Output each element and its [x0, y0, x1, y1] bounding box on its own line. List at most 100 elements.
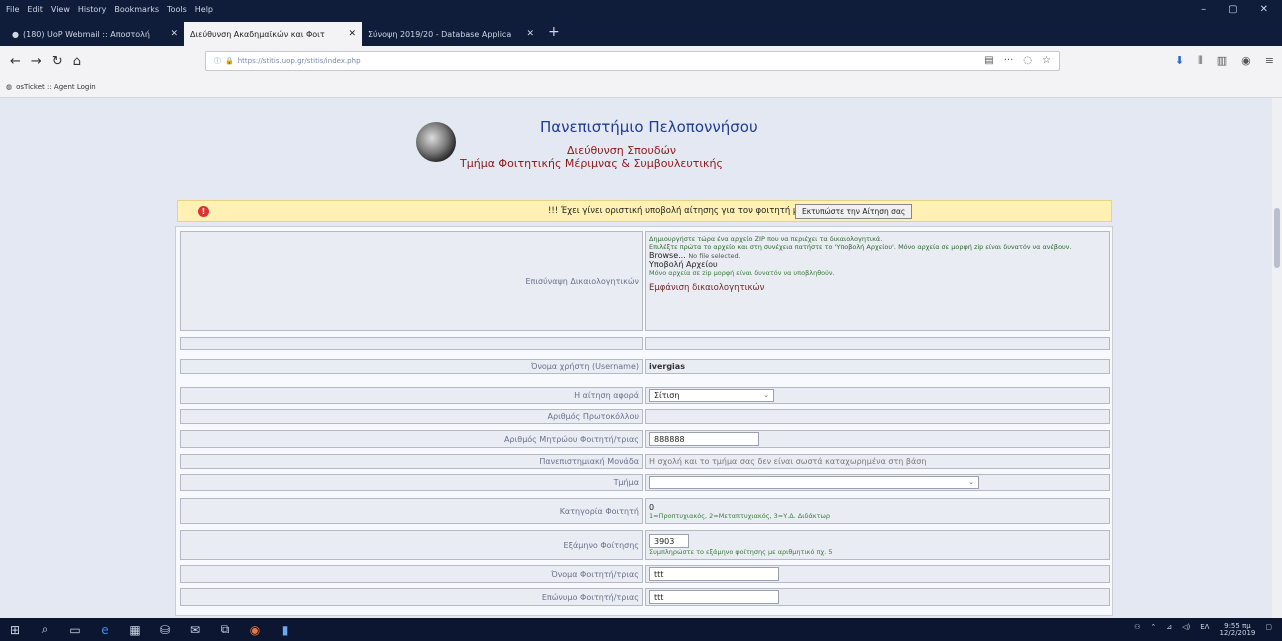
form-row-firstname: Όνομα Φοιτητή/τριας ttt	[180, 565, 1110, 583]
pocket-icon[interactable]: ◌	[1023, 55, 1032, 66]
menu-edit[interactable]: Edit	[27, 5, 43, 14]
warning-icon: !	[198, 206, 209, 217]
library-icon[interactable]: ⫴	[1198, 54, 1203, 68]
form-row-upload: Επισύναψη Δικαιολογητικών Δημιουργήστε τ…	[180, 231, 1110, 331]
document-icon[interactable]: ▮	[270, 618, 300, 641]
submit-file-button[interactable]: Υποβολή Αρχείου	[649, 260, 718, 269]
store-icon[interactable]: ⛁	[150, 618, 180, 641]
sidebar-icon[interactable]: ▥	[1217, 54, 1227, 68]
window-controls: – ▢ ✕	[1201, 0, 1282, 18]
reload-icon[interactable]: ↻	[52, 54, 63, 69]
page-scrollbar[interactable]	[1272, 98, 1282, 618]
back-icon[interactable]: ←	[10, 54, 21, 69]
no-file-text: No file selected.	[688, 252, 741, 260]
dept-select[interactable]: ⌄	[649, 476, 979, 489]
volume-icon[interactable]: ◁)	[1182, 623, 1190, 637]
reader-icon[interactable]: ▤	[984, 55, 993, 66]
school-label: Πανεπιστημιακή Μονάδα	[180, 454, 643, 469]
system-tray: ⚇ ⌃ ⊿ ◁) ΕΛ 9:55 πμ 12/2/2019 ▢	[1134, 623, 1272, 637]
extension-icon[interactable]: ◉	[1241, 54, 1251, 68]
info-icon[interactable]: ⓘ	[214, 56, 221, 66]
notification-icon[interactable]: ▢	[1265, 623, 1272, 637]
people-icon[interactable]: ⚇	[1134, 623, 1140, 637]
menu-tools[interactable]: Tools	[167, 5, 187, 14]
network-app-icon[interactable]: ⧉	[210, 618, 240, 641]
form-row-username: Όνομα χρήστη (Username) ivergias	[180, 359, 1110, 374]
semester-label: Εξάμηνο Φοίτησης	[180, 530, 643, 560]
minimize-icon[interactable]: –	[1201, 4, 1206, 15]
close-tab-icon[interactable]: ✕	[526, 29, 534, 39]
tab-label: Σύνοψη 2019/20 - Database Applica	[368, 29, 512, 39]
directorate-title: Διεύθυνση Σπουδών	[567, 144, 676, 157]
maximize-icon[interactable]: ▢	[1228, 4, 1237, 15]
network-icon[interactable]: ⊿	[1166, 623, 1172, 637]
tab-stitis[interactable]: Διεύθυνση Ακαδημαϊκών και Φοιτ ✕	[184, 22, 362, 46]
task-view-icon[interactable]: ▭	[60, 618, 90, 641]
calculator-icon[interactable]: ▦	[120, 618, 150, 641]
semester-hint: Συμπληρώστε το εξάμηνο φοίτησης με αριθμ…	[649, 548, 833, 556]
request-for-select[interactable]: Σίτιση ⌄	[649, 389, 774, 402]
close-tab-icon[interactable]: ✕	[348, 29, 356, 39]
menu-history[interactable]: History	[78, 5, 106, 14]
username-label: Όνομα χρήστη (Username)	[180, 359, 643, 374]
navigation-bar: ← → ↻ ⌂ ⓘ 🔒 https://stitis.uop.gr/stitis…	[0, 46, 1282, 76]
page-header: Πανεπιστήμιο Πελοποννήσου Διεύθυνση Σπου…	[320, 114, 1020, 194]
dept-label: Τμήμα	[180, 474, 643, 491]
print-application-button[interactable]: Εκτυπώστε την Αίτηση σας	[795, 204, 913, 219]
tab-bar: ● (180) UoP Webmail :: Αποστολή ✕ Διεύθυ…	[0, 18, 1282, 46]
close-icon[interactable]: ✕	[1260, 4, 1268, 15]
menu-icon[interactable]: ≡	[1265, 54, 1274, 68]
close-tab-icon[interactable]: ✕	[170, 29, 178, 39]
form-row-school: Πανεπιστημιακή Μονάδα Η σχολή και το τμή…	[180, 454, 1110, 469]
form-row-dept: Τμήμα ⌄	[180, 474, 1110, 491]
lock-icon: 🔒	[225, 57, 234, 65]
more-icon[interactable]: ···	[1004, 55, 1014, 66]
protocol-label: Αριθμός Πρωτοκόλλου	[180, 409, 643, 424]
firstname-input[interactable]: ttt	[649, 567, 779, 581]
chevron-down-icon: ⌄	[763, 391, 769, 399]
menu-bookmarks[interactable]: Bookmarks	[114, 5, 159, 14]
scrollbar-thumb[interactable]	[1274, 208, 1280, 268]
browse-button[interactable]: Browse...	[649, 251, 686, 260]
tab-label: (180) UoP Webmail :: Αποστολή	[22, 29, 150, 39]
submission-notice: ! !!! Έχει γίνει οριστική υποβολή αίτηση…	[177, 200, 1112, 222]
semester-input[interactable]: 3903	[649, 534, 689, 548]
menu-file[interactable]: File	[6, 5, 19, 14]
menu-view[interactable]: View	[51, 5, 70, 14]
category-value: 0	[649, 502, 655, 512]
bookmark-osticket[interactable]: osTicket :: Agent Login	[16, 83, 96, 91]
language-indicator[interactable]: ΕΛ	[1200, 623, 1209, 637]
home-icon[interactable]: ⌂	[73, 54, 81, 69]
clock[interactable]: 9:55 πμ 12/2/2019	[1219, 623, 1255, 637]
am-label: Αριθμός Μητρώου Φοιτητή/τριας	[180, 430, 643, 448]
search-icon[interactable]: ⌕	[30, 618, 60, 641]
form-row-am: Αριθμός Μητρώου Φοιτητή/τριας 888888	[180, 430, 1110, 448]
page-content: Πανεπιστήμιο Πελοποννήσου Διεύθυνση Σπου…	[0, 98, 1282, 618]
tab-webmail[interactable]: ● (180) UoP Webmail :: Αποστολή ✕	[6, 22, 184, 46]
upload-cell: Δημιουργήστε τώρα ένα αρχείο ZIP που να …	[645, 231, 1110, 331]
chevron-down-icon: ⌄	[968, 478, 974, 486]
forward-icon[interactable]: →	[31, 54, 42, 69]
windows-start-icon[interactable]: ⊞	[0, 618, 30, 641]
form-row-protocol: Αριθμός Πρωτοκόλλου	[180, 409, 1110, 424]
lastname-input[interactable]: ttt	[649, 590, 779, 604]
request-for-label: Η αίτηση αφορά	[180, 387, 643, 404]
download-icon[interactable]: ⬇	[1175, 54, 1184, 68]
university-title: Πανεπιστήμιο Πελοποννήσου	[540, 118, 758, 136]
mail-icon: ●	[12, 29, 19, 39]
new-tab-icon[interactable]: +	[540, 24, 568, 46]
url-bar[interactable]: ⓘ 🔒 https://stitis.uop.gr/stitis/index.p…	[205, 51, 1060, 71]
form-row-semester: Εξάμηνο Φοίτησης 3903 Συμπληρώστε το εξά…	[180, 530, 1110, 560]
university-logo	[416, 122, 456, 162]
am-input[interactable]: 888888	[649, 432, 759, 446]
menu-help[interactable]: Help	[195, 5, 213, 14]
edge-icon[interactable]: e	[90, 618, 120, 641]
username-value: ivergias	[645, 359, 1110, 374]
firefox-icon[interactable]: ◉	[240, 618, 270, 641]
firstname-label: Όνομα Φοιτητή/τριας	[180, 565, 643, 583]
tab-database[interactable]: Σύνοψη 2019/20 - Database Applica ✕	[362, 22, 540, 46]
show-attachments-link[interactable]: Εμφάνιση δικαιολογητικών	[649, 283, 764, 293]
mail-icon[interactable]: ✉	[180, 618, 210, 641]
bookmark-star-icon[interactable]: ☆	[1042, 55, 1051, 66]
chevron-up-icon[interactable]: ⌃	[1150, 623, 1156, 637]
